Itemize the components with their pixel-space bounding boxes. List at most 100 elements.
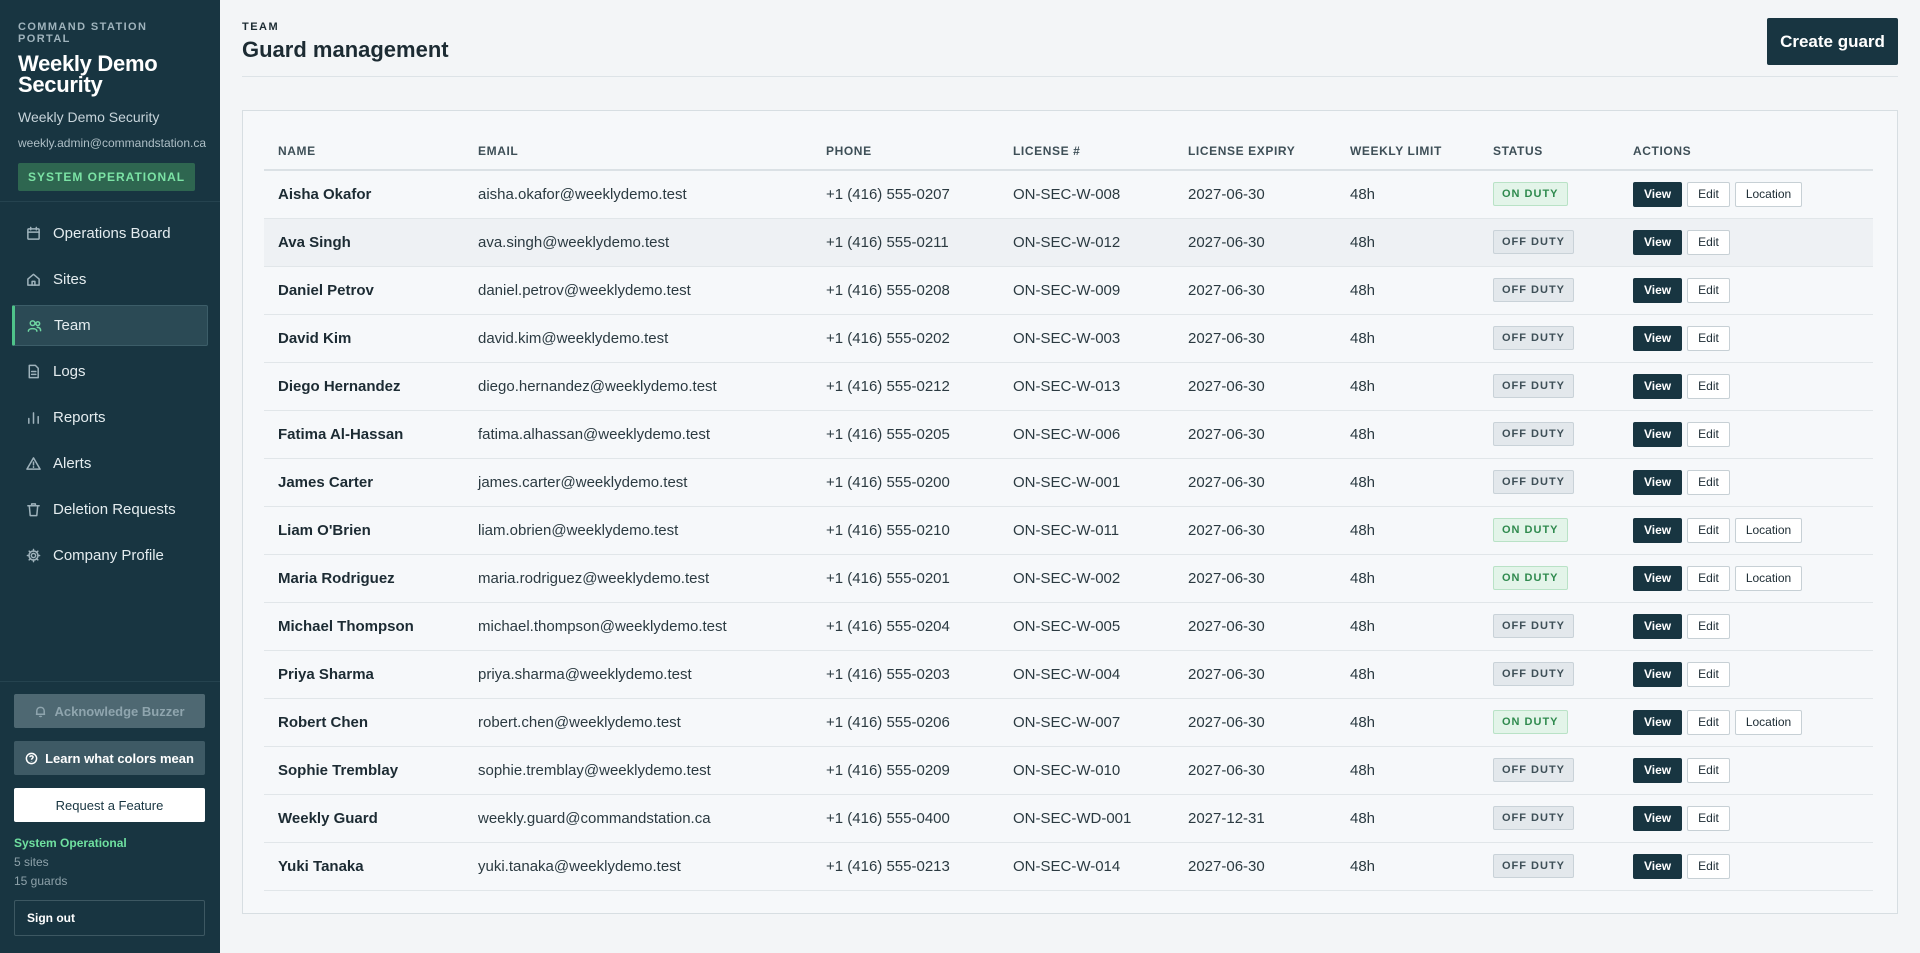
sidebar-item-reports[interactable]: Reports	[12, 397, 208, 438]
guard-phone: +1 (416) 555-0213	[812, 842, 999, 891]
edit-button[interactable]: Edit	[1687, 181, 1730, 207]
table-row: James Carter james.carter@weeklydemo.test…	[264, 458, 1873, 507]
edit-button[interactable]: Edit	[1687, 517, 1730, 543]
edit-button[interactable]: Edit	[1687, 325, 1730, 351]
create-guard-button[interactable]: Create guard	[1767, 18, 1898, 65]
column-header-status: STATUS	[1479, 133, 1619, 171]
sidebar-bottom-divider	[0, 681, 220, 682]
view-button[interactable]: View	[1633, 517, 1683, 543]
guard-actions-cell: View Edit Location	[1619, 506, 1873, 555]
guard-license: ON-SEC-WD-001	[999, 794, 1174, 843]
status-badge: ON DUTY	[1493, 710, 1568, 734]
view-button[interactable]: View	[1633, 325, 1683, 351]
status-badge: OFF DUTY	[1493, 758, 1574, 782]
acknowledge-buzzer-button[interactable]: Acknowledge Buzzer	[14, 694, 205, 728]
sidebar-item-logs[interactable]: Logs	[12, 351, 208, 392]
learn-colors-button[interactable]: Learn what colors mean	[14, 741, 205, 775]
guard-weekly-limit: 48h	[1336, 698, 1479, 747]
view-button[interactable]: View	[1633, 757, 1683, 783]
edit-button[interactable]: Edit	[1687, 277, 1730, 303]
guard-phone: +1 (416) 555-0204	[812, 602, 999, 651]
edit-button[interactable]: Edit	[1687, 709, 1730, 735]
request-feature-button[interactable]: Request a Feature	[14, 788, 205, 822]
guard-weekly-limit: 48h	[1336, 746, 1479, 795]
guard-license-expiry: 2027-06-30	[1174, 746, 1336, 795]
guard-weekly-limit: 48h	[1336, 362, 1479, 411]
guard-weekly-limit: 48h	[1336, 554, 1479, 603]
home-icon	[26, 272, 41, 287]
guard-license-expiry: 2027-06-30	[1174, 602, 1336, 651]
edit-button[interactable]: Edit	[1687, 853, 1730, 879]
edit-button[interactable]: Edit	[1687, 373, 1730, 399]
view-button[interactable]: View	[1633, 373, 1683, 399]
guard-status-cell: ON DUTY	[1479, 698, 1619, 747]
view-button[interactable]: View	[1633, 565, 1683, 591]
system-status-text: System Operational	[14, 836, 127, 850]
view-button[interactable]: View	[1633, 661, 1683, 687]
edit-button[interactable]: Edit	[1687, 805, 1730, 831]
edit-button[interactable]: Edit	[1687, 661, 1730, 687]
guard-license: ON-SEC-W-013	[999, 362, 1174, 411]
edit-button[interactable]: Edit	[1687, 613, 1730, 639]
sidebar-item-team[interactable]: Team	[12, 305, 208, 346]
edit-button[interactable]: Edit	[1687, 565, 1730, 591]
guard-email: michael.thompson@weeklydemo.test	[464, 602, 812, 651]
view-button[interactable]: View	[1633, 613, 1683, 639]
sign-out-button[interactable]: Sign out	[14, 900, 205, 936]
status-badge: OFF DUTY	[1493, 662, 1574, 686]
table-row: Aisha Okafor aisha.okafor@weeklydemo.test…	[264, 170, 1873, 219]
view-button[interactable]: View	[1633, 181, 1683, 207]
sidebar-divider	[0, 201, 220, 202]
view-button[interactable]: View	[1633, 229, 1683, 255]
view-button[interactable]: View	[1633, 277, 1683, 303]
guards-table: NAME EMAIL PHONE LICENSE # LICENSE EXPIR…	[264, 133, 1873, 891]
learn-colors-label: Learn what colors mean	[45, 750, 194, 766]
guard-name: David Kim	[264, 314, 464, 363]
guard-license: ON-SEC-W-003	[999, 314, 1174, 363]
edit-button[interactable]: Edit	[1687, 757, 1730, 783]
table-row: Maria Rodriguez maria.rodriguez@weeklydem…	[264, 554, 1873, 603]
table-row: Robert Chen robert.chen@weeklydemo.test +1…	[264, 698, 1873, 747]
guard-status-cell: OFF DUTY	[1479, 602, 1619, 651]
view-button[interactable]: View	[1633, 421, 1683, 447]
sidebar-item-label: Alerts	[53, 455, 92, 472]
guard-name: Weekly Guard	[264, 794, 464, 843]
view-button[interactable]: View	[1633, 709, 1683, 735]
location-button[interactable]: Location	[1734, 565, 1803, 591]
sidebar-item-operations-board[interactable]: Operations Board	[12, 213, 208, 254]
guard-license: ON-SEC-W-008	[999, 170, 1174, 219]
table-row: Sophie Tremblay sophie.tremblay@weeklydem…	[264, 746, 1873, 795]
guard-license-expiry: 2027-06-30	[1174, 650, 1336, 699]
edit-button[interactable]: Edit	[1687, 229, 1730, 255]
location-button[interactable]: Location	[1734, 517, 1803, 543]
view-button[interactable]: View	[1633, 469, 1683, 495]
brand: COMMAND STATION PORTAL Weekly Demo Secur…	[0, 0, 220, 191]
guard-phone: +1 (416) 555-0203	[812, 650, 999, 699]
sidebar: COMMAND STATION PORTAL Weekly Demo Secur…	[0, 0, 220, 953]
guard-email: fatima.alhassan@weeklydemo.test	[464, 410, 812, 459]
location-button[interactable]: Location	[1734, 181, 1803, 207]
guard-status-cell: OFF DUTY	[1479, 218, 1619, 267]
sidebar-item-alerts[interactable]: Alerts	[12, 443, 208, 484]
location-button[interactable]: Location	[1734, 709, 1803, 735]
edit-button[interactable]: Edit	[1687, 421, 1730, 447]
guard-phone: +1 (416) 555-0206	[812, 698, 999, 747]
column-header-actions: ACTIONS	[1619, 133, 1873, 171]
bell-icon	[36, 706, 46, 717]
guard-license-expiry: 2027-06-30	[1174, 362, 1336, 411]
guard-weekly-limit: 48h	[1336, 842, 1479, 891]
sidebar-nav: Operations Board Sites Team Logs Reports…	[12, 213, 208, 581]
guard-actions-cell: View Edit	[1619, 650, 1873, 699]
view-button[interactable]: View	[1633, 805, 1683, 831]
view-button[interactable]: View	[1633, 853, 1683, 879]
sidebar-item-company-profile[interactable]: Company Profile	[12, 535, 208, 576]
guard-actions-cell: View Edit	[1619, 842, 1873, 891]
edit-button[interactable]: Edit	[1687, 469, 1730, 495]
status-badge: OFF DUTY	[1493, 374, 1574, 398]
column-header-weekly-limit: WEEKLY LIMIT	[1336, 133, 1479, 171]
guard-license: ON-SEC-W-014	[999, 842, 1174, 891]
sidebar-item-deletion-requests[interactable]: Deletion Requests	[12, 489, 208, 530]
guard-actions-cell: View Edit Location	[1619, 698, 1873, 747]
guard-license: ON-SEC-W-009	[999, 266, 1174, 315]
sidebar-item-sites[interactable]: Sites	[12, 259, 208, 300]
